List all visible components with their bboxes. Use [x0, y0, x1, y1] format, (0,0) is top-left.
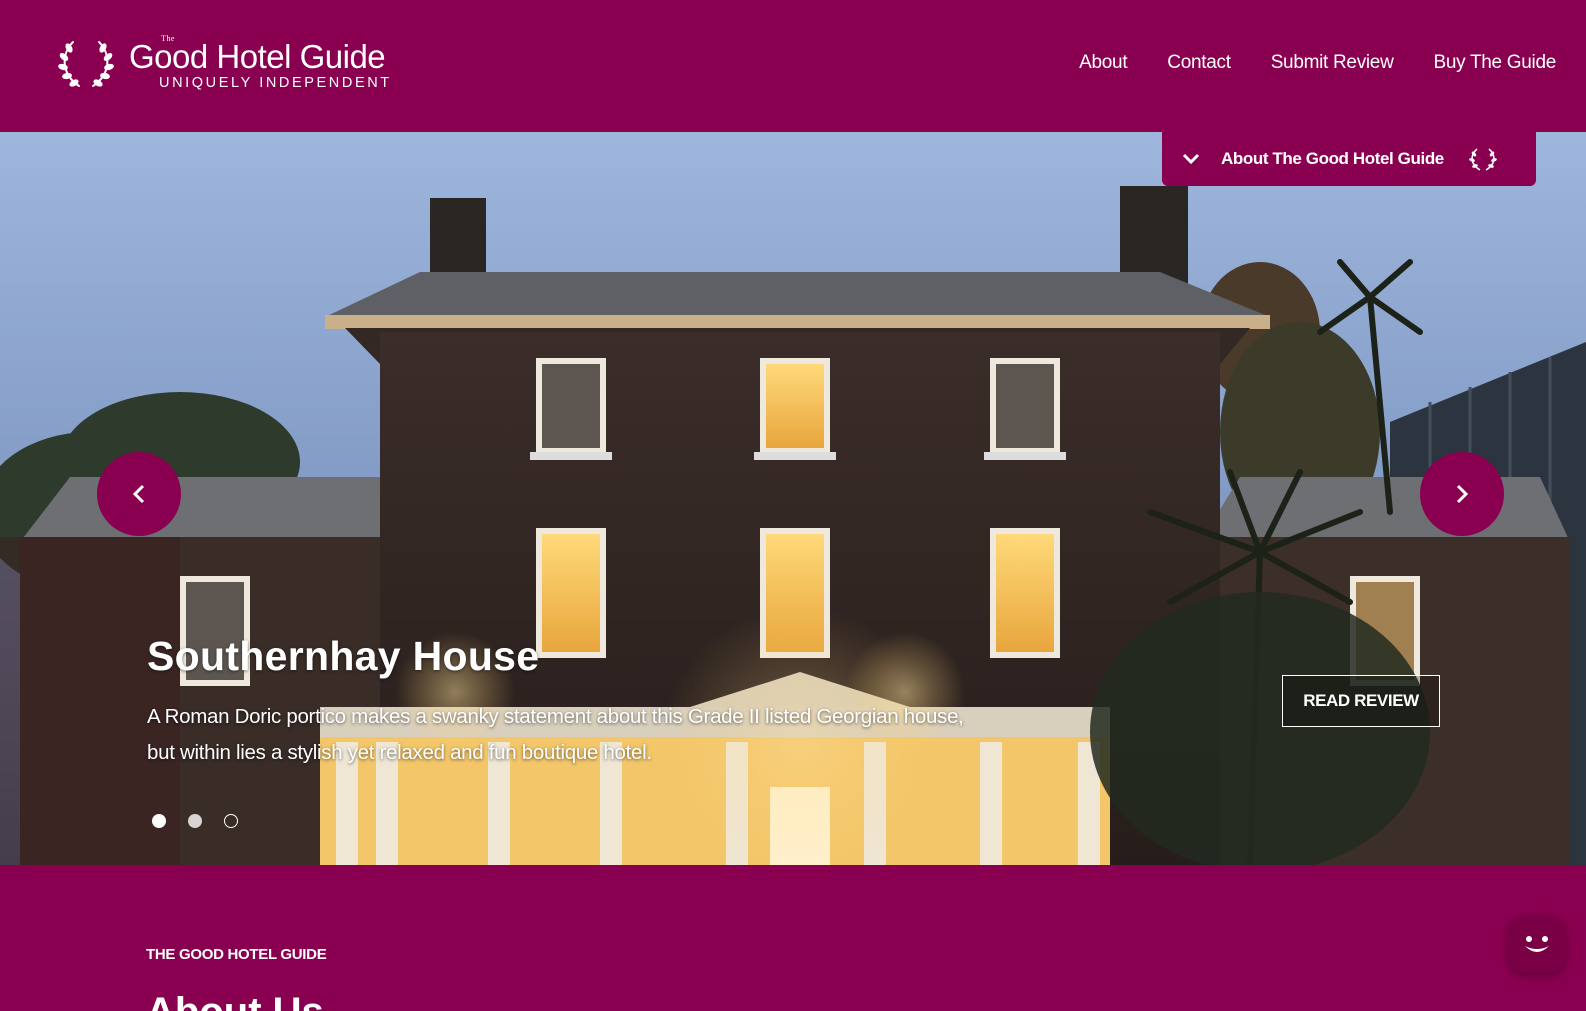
laurel-wreath-icon [1468, 148, 1497, 171]
slider-dots [152, 814, 238, 828]
logo-tagline: UNIQUELY INDEPENDENT [159, 74, 392, 91]
slider-next-button[interactable] [1420, 452, 1504, 536]
slide-caption: Southernhay House A Roman Doric portico … [147, 633, 967, 771]
slider-dot-3[interactable] [224, 814, 238, 828]
section-label: THE GOOD HOTEL GUIDE [146, 946, 327, 963]
read-review-button[interactable]: READ REVIEW [1282, 675, 1440, 727]
slide-title: Southernhay House [147, 633, 540, 679]
chat-widget-button[interactable] [1509, 917, 1565, 973]
slider-prev-button[interactable] [97, 452, 181, 536]
section-heading: About Us [146, 990, 324, 1011]
slider-dot-1[interactable] [152, 814, 166, 828]
site-logo[interactable]: The Good Hotel Guide UNIQUELY INDEPENDEN… [55, 34, 392, 92]
nav-link-about[interactable]: About [1079, 52, 1127, 74]
nav-link-buy-the-guide[interactable]: Buy The Guide [1434, 52, 1557, 74]
site-header: The Good Hotel Guide UNIQUELY INDEPENDEN… [0, 0, 1586, 132]
slider-dot-2[interactable] [188, 814, 202, 828]
slide-description: A Roman Doric portico makes a swanky sta… [147, 705, 964, 764]
about-guide-tab[interactable]: About The Good Hotel Guide [1162, 132, 1536, 186]
logo-text: The Good Hotel Guide UNIQUELY INDEPENDEN… [129, 34, 392, 91]
nav-link-contact[interactable]: Contact [1167, 52, 1231, 74]
logo-small-word: The [161, 33, 175, 43]
chat-smile-icon [1525, 936, 1549, 952]
hero-slider: Southernhay House A Roman Doric portico … [0, 132, 1586, 865]
logo-title: Good Hotel Guide [129, 37, 386, 75]
main-nav: About Contact Submit Review Buy The Guid… [1079, 52, 1556, 74]
chevron-left-icon [132, 484, 145, 504]
about-guide-tab-label: About The Good Hotel Guide [1221, 149, 1444, 168]
chevron-down-icon [1182, 153, 1200, 165]
laurel-wreath-icon [58, 41, 114, 87]
nav-link-submit-review[interactable]: Submit Review [1271, 52, 1394, 74]
chevron-right-icon [1456, 484, 1469, 504]
